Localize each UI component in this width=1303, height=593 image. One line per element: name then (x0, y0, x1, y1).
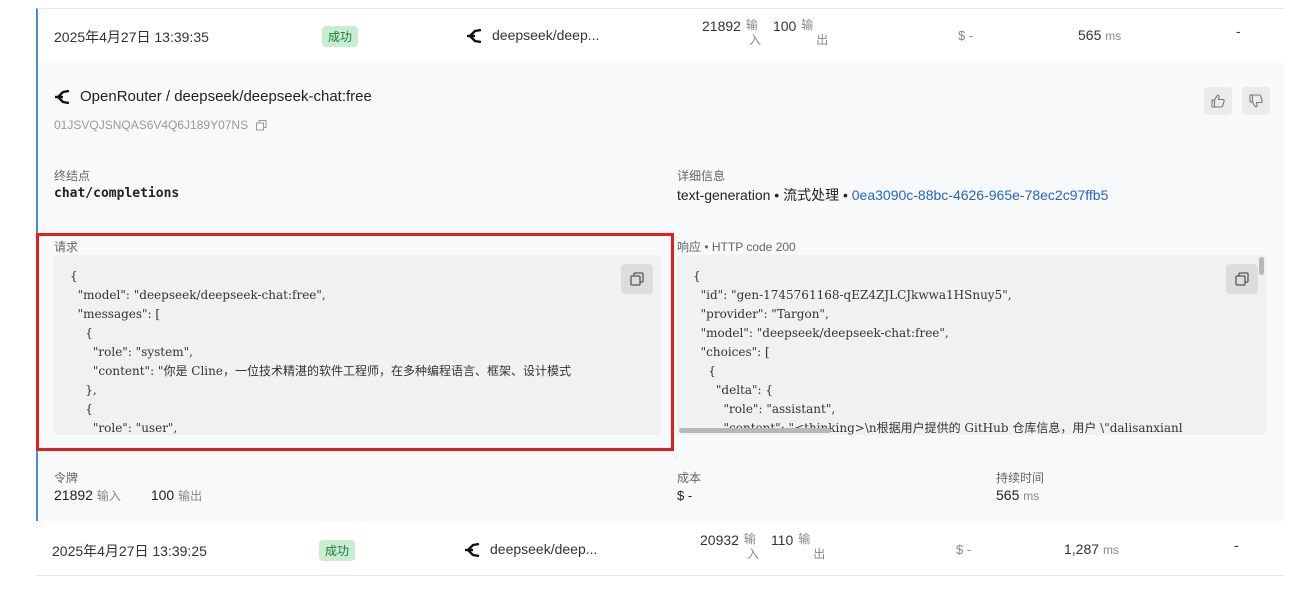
unit-char: 出 (813, 547, 826, 561)
row-latency-value: 565 (1078, 27, 1102, 43)
unit-char: 输 (798, 532, 811, 546)
generation-id-text: 01JSVQJSNQAS6V4Q6J189Y07NS (54, 118, 249, 132)
copy-icon (1235, 272, 1249, 286)
info-value: text-generation • 流式处理 • 0ea3090c-88bc-4… (677, 185, 1108, 205)
row-latency: 565 ms (1078, 27, 1121, 43)
response-label-text: 响应 (677, 240, 702, 254)
unit-char: 输 (801, 18, 814, 32)
status-badge: 成功 (322, 26, 359, 47)
openrouter-logo-icon (465, 543, 480, 558)
unit-char: 出 (816, 33, 829, 47)
row-latency: 1,287 ms (1064, 541, 1119, 557)
feedback-buttons (1204, 87, 1270, 115)
endpoint-value: chat/completions (54, 186, 180, 201)
duration-number: 565 (996, 487, 1020, 503)
response-code-block[interactable]: { "id": "gen-1745761168-qEZ4ZJLCJkwwa1HS… (677, 255, 1266, 435)
horizontal-scrollbar[interactable] (679, 428, 831, 433)
detail-title-text: OpenRouter / deepseek/deepseek-chat:free (80, 88, 372, 105)
status-badge: 成功 (319, 540, 356, 561)
unit-char: 输 (743, 532, 756, 546)
thumbs-up-icon (1211, 94, 1225, 108)
tokens-value: 21892 输入 100 输出 (54, 487, 202, 504)
thumbs-up-button[interactable] (1204, 87, 1232, 115)
response-label: 响应 • HTTP code 200 (677, 238, 796, 255)
tokens-in: 21892 (54, 487, 93, 503)
info-prefix: text-generation • 流式处理 • (677, 187, 852, 203)
duration-unit: ms (1023, 489, 1040, 503)
row-tokens-in: 20932 (700, 532, 739, 548)
duration-label: 持续时间 (996, 471, 1045, 485)
cost-value: $ - (677, 488, 693, 503)
cost-label: 成本 (677, 471, 702, 485)
copy-response-button[interactable] (1226, 264, 1258, 294)
detail-title: OpenRouter / deepseek/deepseek-chat:free (54, 88, 372, 105)
row-extra: - (1236, 23, 1241, 39)
row-model: deepseek/deep... (466, 27, 600, 44)
row-cost: $ - (956, 542, 972, 557)
unit-char: 入 (746, 547, 759, 561)
unit-char: 入 (748, 33, 761, 47)
row-time: 2025年4月27日 13:39:25 (52, 543, 207, 559)
row-cost: $ - (958, 28, 974, 43)
openrouter-logo-icon (55, 89, 70, 104)
row-model: deepseek/deep... (464, 541, 598, 558)
tokens-label: 令牌 (54, 471, 79, 485)
row-tokens-in-unit: 输入 (743, 532, 759, 562)
thumbs-down-icon (1249, 94, 1263, 108)
duration-value: 565 ms (996, 487, 1039, 503)
log-row-1[interactable]: 2025年4月27日 13:39:35 成功 deepseek/deep... … (36, 8, 1284, 63)
row-tokens-in: 21892 (702, 18, 741, 34)
generation-id: 01JSVQJSNQAS6V4Q6J189Y07NS (54, 118, 267, 132)
info-label: 详细信息 (677, 169, 726, 183)
row-time: 2025年4月27日 13:39:35 (54, 29, 209, 45)
openrouter-logo-icon (467, 29, 482, 44)
highlight-box (36, 233, 674, 451)
row-model-label: deepseek/deep... (492, 27, 600, 43)
tokens-in-unit: 输入 (96, 489, 121, 503)
copy-icon[interactable] (256, 119, 267, 131)
row-tokens-out: 110 (770, 532, 794, 548)
row-latency-unit: ms (1105, 29, 1122, 43)
tokens-out: 100 (150, 487, 175, 503)
row-tokens-out: 100 (772, 18, 797, 34)
row-model-label: deepseek/deep... (490, 541, 598, 557)
row-extra: - (1234, 537, 1239, 553)
tokens-out-unit: 输出 (178, 489, 203, 503)
row-tokens: 21892 输入 100 输出 (702, 18, 829, 48)
row-latency-value: 1,287 (1064, 541, 1100, 557)
log-row-2[interactable]: 2025年4月27日 13:39:25 成功 deepseek/deep... … (36, 521, 1284, 576)
row-tokens: 20932 输入 110 输出 (700, 532, 826, 562)
row-tokens-out-unit: 输出 (797, 532, 826, 562)
row-tokens-out-unit: 输出 (800, 18, 829, 48)
generation-link[interactable]: 0ea3090c-88bc-4626-965e-78ec2c97ffb5 (852, 187, 1109, 203)
row-latency-unit: ms (1102, 543, 1119, 557)
unit-char: 输 (745, 18, 758, 32)
response-code: • HTTP code 200 (701, 240, 796, 254)
thumbs-down-button[interactable] (1242, 87, 1270, 115)
endpoint-label: 终结点 (54, 169, 91, 183)
vertical-scrollbar[interactable] (1259, 257, 1264, 275)
response-json: { "id": "gen-1745761168-qEZ4ZJLCJkwwa1HS… (693, 269, 1183, 435)
row-tokens-in-unit: 输入 (745, 18, 761, 48)
